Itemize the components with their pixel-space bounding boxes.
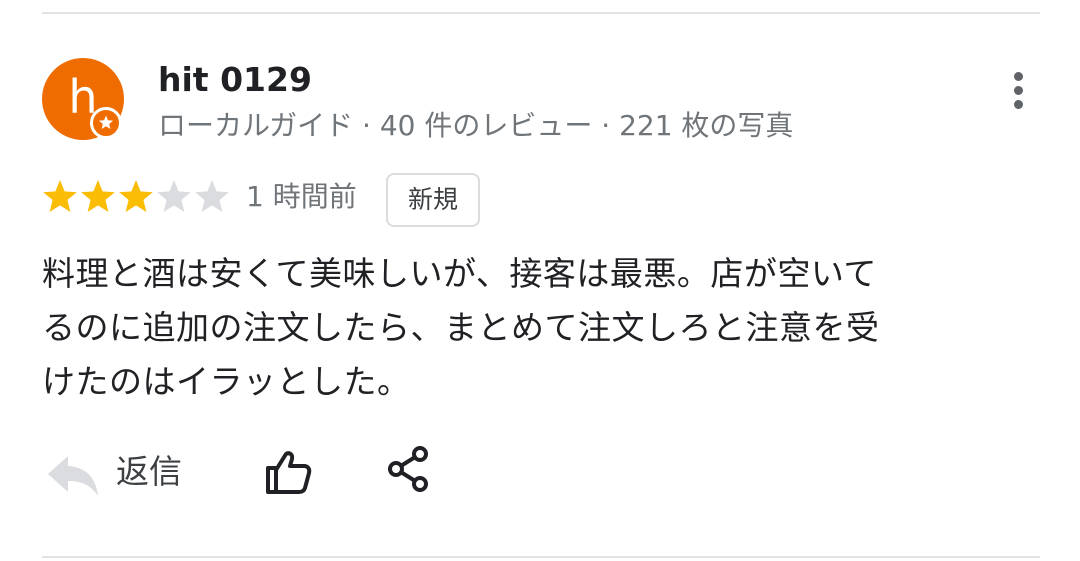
new-badge: 新規 [386,173,480,227]
share-icon [388,446,428,492]
review-time: 1 時間前 [246,180,357,213]
star-filled-icon [80,176,116,216]
star-empty-icon [194,176,230,216]
share-button[interactable] [384,444,432,494]
star-empty-icon [156,176,192,216]
local-guide-badge-icon [90,107,122,139]
review-text-line: 料理と酒は安くて美味しいが、接客は最悪。店が空いて [42,254,877,293]
top-divider [42,12,1040,14]
like-button[interactable] [262,448,314,496]
bottom-divider [42,556,1040,558]
review-text: 料理と酒は安くて美味しいが、接客は最悪。店が空いて るのに追加の注文したら、まとめ… [42,247,977,409]
thumb-up-icon [266,451,312,494]
reviewer-meta: ローカルガイド · 40 件のレビュー · 221 枚の写真 [158,109,794,142]
more-vert-icon[interactable] [1000,66,1038,116]
review-text-line: けたのはイラッとした。 [42,362,411,401]
star-rating [42,176,230,220]
reply-label: 返信 [116,452,182,491]
review-text-line: るのに追加の注文したら、まとめて注文しろと注意を受 [42,308,880,347]
reply-button[interactable]: 返信 [46,444,206,500]
star-filled-icon [118,176,154,216]
star-filled-icon [42,176,78,216]
reviewer-name[interactable]: hit 0129 [158,58,312,102]
reply-icon [48,456,98,496]
